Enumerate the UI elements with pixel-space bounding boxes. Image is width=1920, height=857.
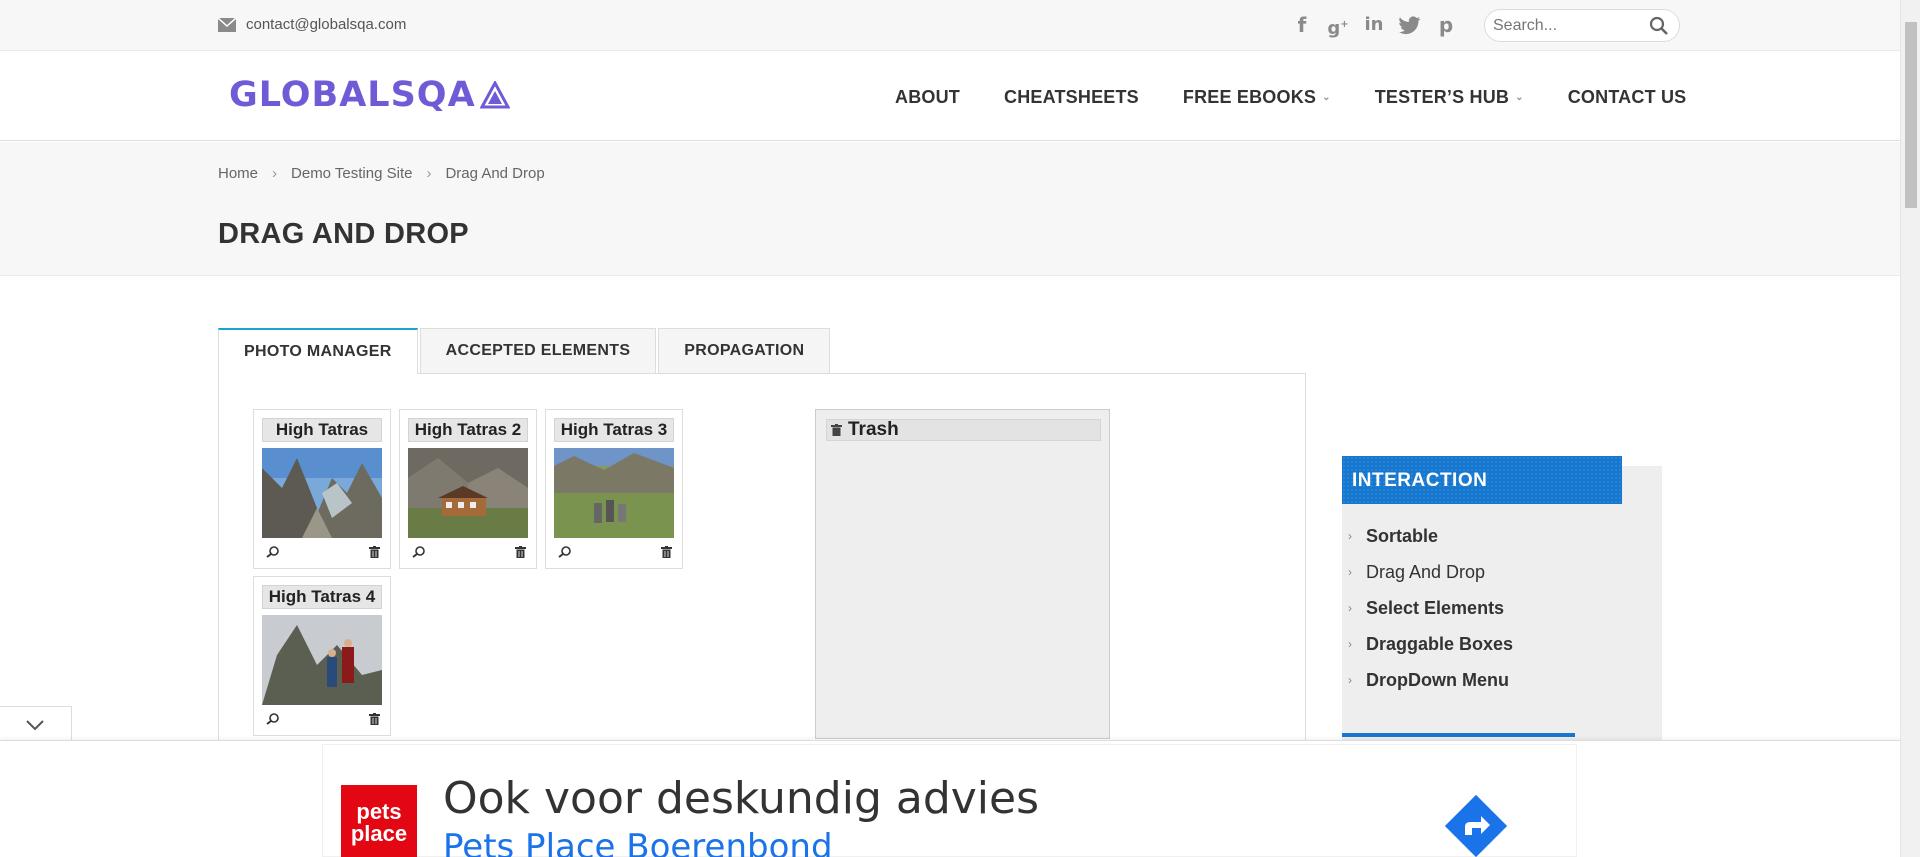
ad-brand: Pets Place Boerenbond xyxy=(443,827,833,857)
trash-icon xyxy=(831,424,842,436)
chevron-down-icon: ⌄ xyxy=(1515,92,1524,103)
ad-logo-line2: place xyxy=(350,821,408,846)
contact-email[interactable]: contact@globalsqa.com xyxy=(218,16,406,33)
sidebar-item-label: Draggable Boxes xyxy=(1366,633,1514,654)
breadcrumb: Home › Demo Testing Site › Drag And Drop xyxy=(218,165,545,182)
nav-free-ebooks[interactable]: FREE EBOOKS ⌄ xyxy=(1183,87,1331,108)
gallery-item[interactable]: High Tatras 4 xyxy=(253,576,391,736)
sidebar-widget: INTERACTION › Sortable › Drag And Drop › Se… xyxy=(1342,456,1662,746)
chevron-right-icon: › xyxy=(1348,637,1352,651)
chevron-down-icon xyxy=(26,720,44,731)
sidebar-divider xyxy=(1342,733,1575,737)
tab-photo-manager[interactable]: PHOTO MANAGER xyxy=(218,328,418,374)
sidebar-item-draggable-boxes[interactable]: › Draggable Boxes xyxy=(1342,626,1513,662)
chevron-right-icon: › xyxy=(1348,565,1352,579)
breadcrumb-home[interactable]: Home xyxy=(218,165,258,182)
page-scrollbar[interactable] xyxy=(1900,0,1920,857)
tab-list: PHOTO MANAGER ACCEPTED ELEMENTS PROPAGAT… xyxy=(218,328,832,374)
social-links: f g+ in p xyxy=(1290,12,1458,39)
nav-contact-us[interactable]: CONTACT US xyxy=(1568,87,1687,108)
trash-icon[interactable] xyxy=(515,546,526,558)
trash-icon[interactable] xyxy=(369,546,380,558)
nav-cheatsheets[interactable]: CHEATSHEETS xyxy=(1004,87,1139,108)
trash-dropzone[interactable]: Trash xyxy=(815,409,1110,739)
scrollbar-thumb[interactable] xyxy=(1905,22,1917,208)
photo-image xyxy=(262,448,382,538)
trash-icon[interactable] xyxy=(369,713,380,725)
directions-arrow-icon[interactable] xyxy=(1445,795,1507,857)
sidebar-item-sortable[interactable]: › Sortable xyxy=(1342,518,1513,554)
zoom-icon[interactable] xyxy=(266,546,280,558)
sidebar-item-select-elements[interactable]: › Select Elements xyxy=(1342,590,1513,626)
site-logo[interactable]: GLOBALSQA xyxy=(229,75,510,115)
gallery-item[interactable]: High Tatras 2 xyxy=(399,409,537,569)
tab-propagation[interactable]: PROPAGATION xyxy=(658,328,831,373)
nav-testers-hub[interactable]: TESTER’S HUB ⌄ xyxy=(1375,87,1524,108)
ad-logo: pets place xyxy=(341,785,417,857)
chevron-right-icon: › xyxy=(1348,601,1352,615)
twitter-icon[interactable] xyxy=(1398,12,1422,38)
zoom-icon[interactable] xyxy=(266,713,280,725)
ad-headline: Ook voor deskundig advies xyxy=(443,773,1040,824)
nav-testers-hub-label: TESTER’S HUB xyxy=(1374,87,1510,107)
photo-caption: High Tatras xyxy=(262,418,382,442)
zoom-icon[interactable] xyxy=(558,546,572,558)
trash-icon[interactable] xyxy=(661,546,672,558)
page-title: DRAG AND DROP xyxy=(218,218,469,250)
gallery-item[interactable]: High Tatras 3 xyxy=(545,409,683,569)
breadcrumb-separator: › xyxy=(426,165,432,182)
sidebar-item-label: Select Elements xyxy=(1366,597,1505,618)
sidebar-item-label: DropDown Menu xyxy=(1366,669,1509,690)
envelope-icon xyxy=(218,17,236,32)
photo-image xyxy=(262,615,382,705)
nav-cheatsheets-label: CHEATSHEETS xyxy=(1004,87,1139,107)
chevron-down-icon: ⌄ xyxy=(1322,92,1331,103)
top-bar: contact@globalsqa.com f g+ in p xyxy=(0,0,1900,51)
pinterest-icon[interactable]: p xyxy=(1434,12,1458,38)
nav-free-ebooks-label: FREE EBOOKS xyxy=(1182,87,1317,107)
ad-banner[interactable]: pets place Ook voor deskundig advies Pet… xyxy=(322,744,1577,857)
sidebar-list: › Sortable › Drag And Drop › Select Element… xyxy=(1342,518,1513,698)
photo-caption: High Tatras 2 xyxy=(408,418,528,442)
gallery-item[interactable]: High Tatras xyxy=(253,409,391,569)
search-input[interactable] xyxy=(1493,14,1643,38)
photo-caption: High Tatras 3 xyxy=(554,418,674,442)
facebook-icon[interactable]: f xyxy=(1290,12,1314,38)
search-box xyxy=(1484,9,1680,42)
photo-image xyxy=(554,448,674,538)
tab-accepted-elements[interactable]: ACCEPTED ELEMENTS xyxy=(419,328,657,373)
breadcrumb-separator: › xyxy=(272,165,278,182)
nav-about-label: ABOUT xyxy=(895,87,960,107)
chevron-right-icon: › xyxy=(1348,529,1352,543)
ad-logo-line1: pets xyxy=(356,799,402,824)
ad-collapse-button[interactable] xyxy=(0,706,72,740)
breadcrumb-current: Drag And Drop xyxy=(445,165,545,182)
sidebar-item-label: Drag And Drop xyxy=(1366,561,1486,582)
sidebar-item-drag-and-drop[interactable]: › Drag And Drop xyxy=(1342,554,1513,590)
trash-title: Trash xyxy=(848,419,899,440)
photo-caption: High Tatras 4 xyxy=(262,585,382,609)
site-header: GLOBALSQA ABOUT CHEATSHEETS FREE EBOOKS ⌄… xyxy=(0,51,1900,141)
nav-contact-us-label: CONTACT US xyxy=(1567,87,1687,107)
sidebar-item-label: Sortable xyxy=(1366,525,1439,546)
photo-image xyxy=(408,448,528,538)
trash-header: Trash xyxy=(826,419,1101,441)
page-title-band: Home › Demo Testing Site › Drag And Drop… xyxy=(0,142,1900,276)
logo-triangle-icon xyxy=(479,81,510,109)
sidebar-title: INTERACTION xyxy=(1342,456,1622,504)
logo-text: GLOBALSQA xyxy=(229,75,476,115)
chevron-right-icon: › xyxy=(1348,673,1352,687)
sidebar-item-dropdown-menu[interactable]: › DropDown Menu xyxy=(1342,662,1513,698)
nav-about[interactable]: ABOUT xyxy=(895,87,960,108)
contact-email-text: contact@globalsqa.com xyxy=(246,16,407,33)
linkedin-icon[interactable]: in xyxy=(1362,12,1386,38)
zoom-icon[interactable] xyxy=(412,546,426,558)
search-icon[interactable] xyxy=(1649,16,1669,36)
breadcrumb-demo-testing-site[interactable]: Demo Testing Site xyxy=(291,165,412,182)
google-plus-icon[interactable]: g+ xyxy=(1326,12,1350,39)
main-nav: ABOUT CHEATSHEETS FREE EBOOKS ⌄ TESTER’S … xyxy=(895,87,1686,108)
